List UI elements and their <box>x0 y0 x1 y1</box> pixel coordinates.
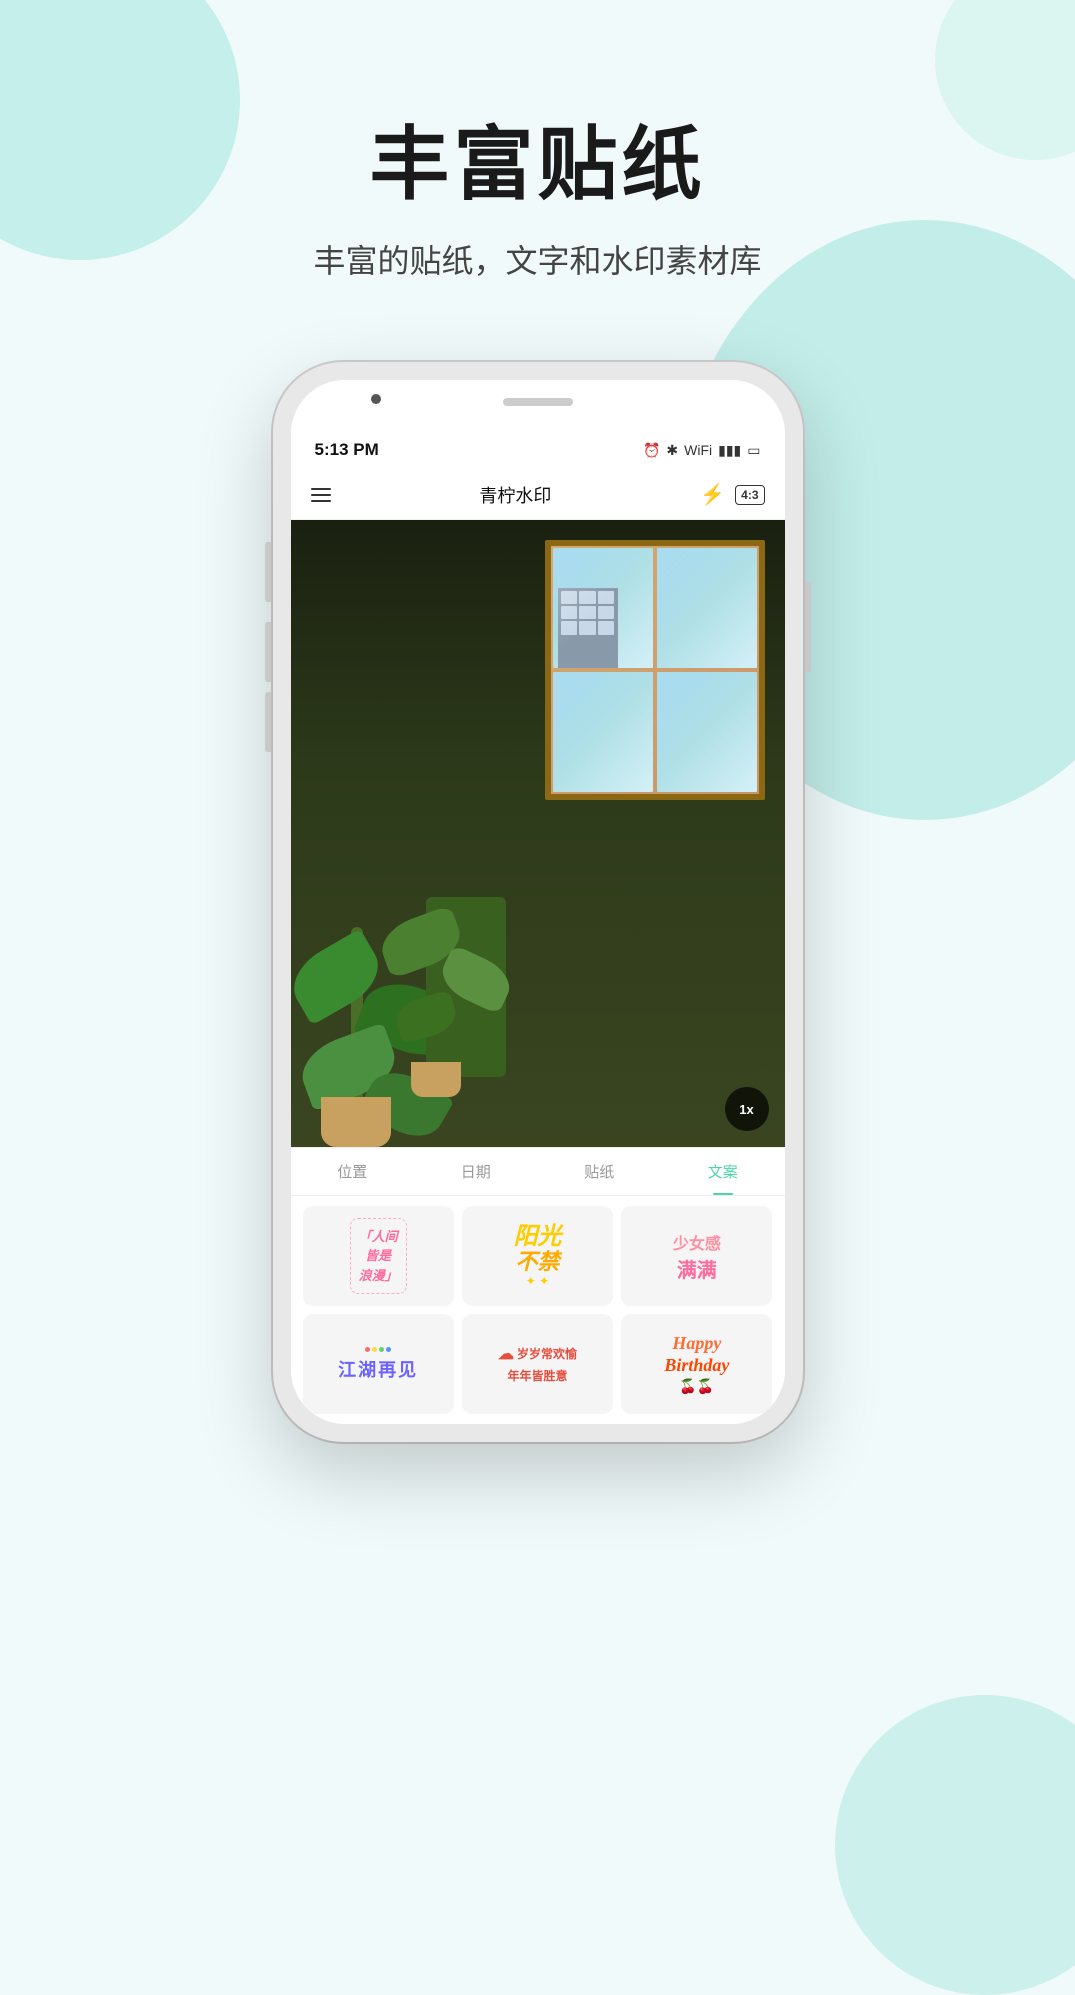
menu-line-1 <box>311 488 331 490</box>
status-time: 5:13 PM <box>315 440 379 460</box>
menu-button[interactable] <box>311 488 331 502</box>
app-header: 青柠水印 ⚡ 4:3 <box>291 470 785 520</box>
window-pane-2 <box>657 548 757 668</box>
alarm-icon: ⏰ <box>643 442 660 459</box>
window-pane-3 <box>553 672 653 792</box>
wifi-icon: WiFi <box>684 442 712 458</box>
page-title: 丰富贴纸 <box>370 100 706 216</box>
sticker-text-5: ☁ 岁岁常欢愉 年年皆胜意 <box>498 1342 577 1387</box>
phone-notch <box>291 380 785 430</box>
ratio-badge[interactable]: 4:3 <box>735 485 764 505</box>
front-camera <box>371 394 381 404</box>
sticker-text-2: 阳光 不禁 ✦ ✦ <box>513 1224 561 1289</box>
tab-text-label: 文案 <box>708 1161 738 1182</box>
window-pane-1 <box>553 548 653 668</box>
sticker-text-6: Happy Birthday 🍒🍒 <box>664 1333 729 1395</box>
status-bar: 5:13 PM ⏰ ✱ WiFi ▮▮▮ ▭ <box>291 430 785 470</box>
building-cell <box>579 606 596 619</box>
building-cell <box>579 621 596 634</box>
battery-icon: ▭ <box>747 442 760 459</box>
extra-plant <box>391 897 541 1097</box>
lightning-icon[interactable]: ⚡ <box>700 482 725 507</box>
tab-sticker-label: 贴纸 <box>584 1161 614 1182</box>
window-panes <box>551 546 759 794</box>
tab-location-label: 位置 <box>337 1161 367 1182</box>
sticker-text-1: 「人间皆是浪漫」 <box>350 1218 407 1295</box>
plant-pot <box>321 1097 391 1147</box>
status-icons: ⏰ ✱ WiFi ▮▮▮ ▭ <box>643 442 761 459</box>
phone-mockup: 5:13 PM ⏰ ✱ WiFi ▮▮▮ ▭ <box>273 362 803 1442</box>
signal-icon: ▮▮▮ <box>718 442 741 459</box>
phone-body: 5:13 PM ⏰ ✱ WiFi ▮▮▮ ▭ <box>273 362 803 1442</box>
sticker-item-2[interactable]: 阳光 不禁 ✦ ✦ <box>462 1206 613 1306</box>
tab-sticker[interactable]: 贴纸 <box>538 1148 662 1195</box>
sticker-item-4[interactable]: 江湖再见 <box>303 1314 454 1414</box>
sticker-item-3[interactable]: 少女感 满满 <box>621 1206 772 1306</box>
page-subtitle: 丰富的贴纸，文字和水印素材库 <box>313 236 761 282</box>
bg-blob-bottom-right <box>835 1695 1075 1995</box>
sticker-text-3: 少女感 满满 <box>673 1230 721 1283</box>
tab-bar: 位置 日期 贴纸 文案 <box>291 1148 785 1196</box>
phone-screen: 5:13 PM ⏰ ✱ WiFi ▮▮▮ ▭ <box>291 380 785 1424</box>
sticker-item-6[interactable]: Happy Birthday 🍒🍒 <box>621 1314 772 1414</box>
building <box>558 588 618 668</box>
tab-date[interactable]: 日期 <box>414 1148 538 1195</box>
menu-line-3 <box>311 500 331 502</box>
bottom-panel: 位置 日期 贴纸 文案 <box>291 1147 785 1424</box>
tab-location[interactable]: 位置 <box>291 1148 415 1195</box>
sticker-text-4: 江湖再见 <box>338 1347 418 1382</box>
app-title: 青柠水印 <box>479 482 551 508</box>
zoom-badge[interactable]: 1x <box>725 1087 769 1131</box>
window-pane-4 <box>657 672 757 792</box>
phone-speaker <box>503 398 573 406</box>
menu-line-2 <box>311 494 331 496</box>
window-frame <box>545 540 765 800</box>
tab-date-label: 日期 <box>461 1161 491 1182</box>
building-cell <box>598 606 615 619</box>
header-right: ⚡ 4:3 <box>700 482 764 507</box>
tab-text[interactable]: 文案 <box>661 1148 785 1195</box>
building-cell <box>561 606 578 619</box>
building-cell <box>598 591 615 604</box>
building-cell <box>598 621 615 634</box>
photo-area: 1x <box>291 520 785 1147</box>
sticker-item-1[interactable]: 「人间皆是浪漫」 <box>303 1206 454 1306</box>
photo-background <box>291 520 785 1147</box>
sticker-item-5[interactable]: ☁ 岁岁常欢愉 年年皆胜意 <box>462 1314 613 1414</box>
building-cell <box>561 591 578 604</box>
bluetooth-icon: ✱ <box>666 442 678 459</box>
page-content: 丰富贴纸 丰富的贴纸，文字和水印素材库 5:13 PM ⏰ ✱ WiFi ▮▮▮ <box>0 0 1075 1442</box>
building-cell <box>579 591 596 604</box>
sticker-grid: 「人间皆是浪漫」 阳光 不禁 ✦ ✦ <box>291 1196 785 1424</box>
building-cell <box>561 621 578 634</box>
